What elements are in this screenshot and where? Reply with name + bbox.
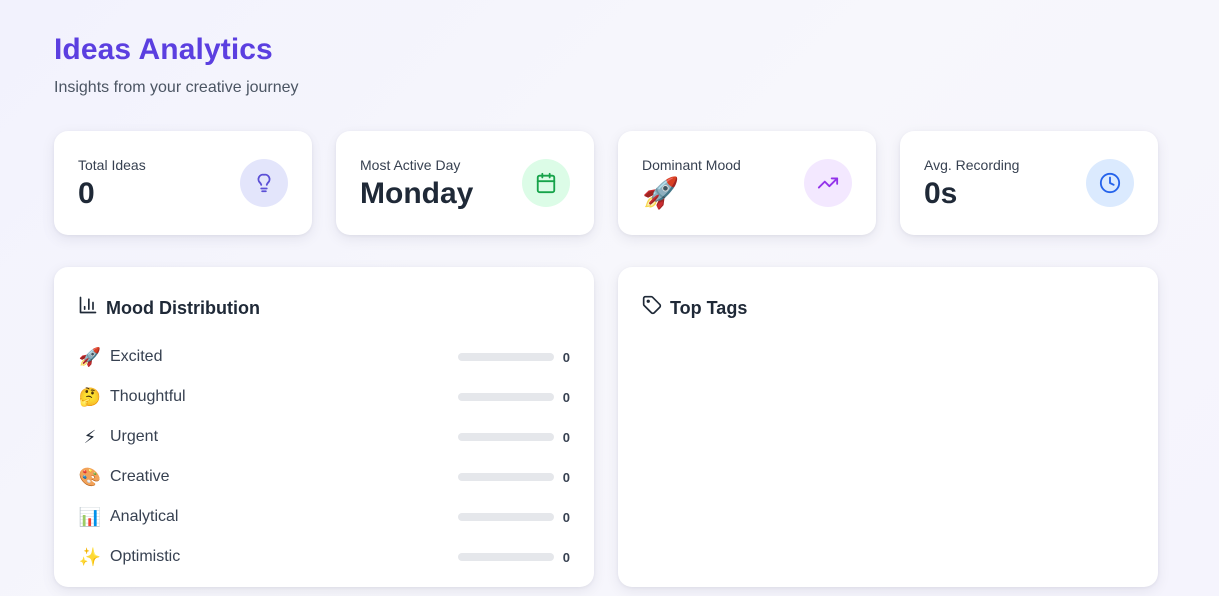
mood-name: Thoughtful xyxy=(110,388,186,405)
page-subtitle: Insights from your creative journey xyxy=(54,79,299,96)
stat-value: Monday xyxy=(360,177,474,210)
rocket-icon: 🚀 xyxy=(78,347,102,367)
mood-bar xyxy=(458,393,554,401)
stat-value: 0s xyxy=(924,177,958,210)
mood-bar xyxy=(458,473,554,481)
mood-row-thoughtful: 🤔 Thoughtful 0 xyxy=(78,377,570,417)
mood-row-excited: 🚀 Excited 0 xyxy=(78,337,570,377)
mood-name: Excited xyxy=(110,348,163,365)
sparkles-icon: ✨ xyxy=(78,547,102,567)
top-tags-panel: Top Tags xyxy=(618,267,1158,587)
stat-label: Most Active Day xyxy=(360,157,461,173)
stat-label: Dominant Mood xyxy=(642,157,741,173)
stat-value: 0 xyxy=(78,177,95,210)
stats-row: Total Ideas 0 Most Active Day Monday Dom… xyxy=(54,131,1158,235)
stat-card-avg-recording: Avg. Recording 0s xyxy=(900,131,1158,235)
stat-label: Avg. Recording xyxy=(924,157,1020,173)
panel-title: Top Tags xyxy=(670,297,748,318)
palette-icon: 🎨 xyxy=(78,467,102,487)
stat-value: 🚀 xyxy=(642,177,680,210)
mood-count: 0 xyxy=(562,349,570,365)
analytics-page: Ideas Analytics Insights from your creat… xyxy=(54,30,1158,587)
mood-name: Urgent xyxy=(110,428,159,445)
chart-icon: 📊 xyxy=(78,507,102,527)
stat-card-total-ideas: Total Ideas 0 xyxy=(54,131,312,235)
clock-icon xyxy=(1086,159,1134,207)
mood-count: 0 xyxy=(562,429,570,445)
mood-row-optimistic: ✨ Optimistic 0 xyxy=(78,537,570,577)
thinking-face-icon: 🤔 xyxy=(78,387,102,407)
mood-count: 0 xyxy=(562,389,570,405)
stat-card-most-active-day: Most Active Day Monday xyxy=(336,131,594,235)
mood-name: Creative xyxy=(110,468,170,485)
panel-header: Top Tags xyxy=(642,295,747,320)
bar-chart-icon xyxy=(78,295,98,320)
mood-distribution-panel: Mood Distribution 🚀 Excited 0 🤔 Thoughtf… xyxy=(54,267,594,587)
mood-count: 0 xyxy=(562,469,570,485)
mood-row-creative: 🎨 Creative 0 xyxy=(78,457,570,497)
page-title: Ideas Analytics xyxy=(54,33,273,66)
mood-count: 0 xyxy=(562,549,570,565)
panel-title: Mood Distribution xyxy=(106,297,260,318)
mood-bar xyxy=(458,553,554,561)
lightning-icon: ⚡ xyxy=(83,427,97,447)
mood-name: Analytical xyxy=(110,508,179,525)
mood-list: 🚀 Excited 0 🤔 Thoughtful 0 ⚡ Urgent 0 🎨 … xyxy=(78,337,570,577)
mood-bar xyxy=(458,433,554,441)
stat-label: Total Ideas xyxy=(78,157,146,173)
mood-count: 0 xyxy=(562,509,570,525)
panel-header: Mood Distribution xyxy=(78,295,260,320)
mood-bar xyxy=(458,513,554,521)
mood-row-urgent: ⚡ Urgent 0 xyxy=(78,417,570,457)
mood-name: Optimistic xyxy=(110,548,181,565)
tag-icon xyxy=(642,295,662,320)
trending-up-icon xyxy=(804,159,852,207)
lightbulb-icon xyxy=(240,159,288,207)
mood-bar xyxy=(458,353,554,361)
stat-card-dominant-mood: Dominant Mood 🚀 xyxy=(618,131,876,235)
calendar-icon xyxy=(522,159,570,207)
mood-row-analytical: 📊 Analytical 0 xyxy=(78,497,570,537)
